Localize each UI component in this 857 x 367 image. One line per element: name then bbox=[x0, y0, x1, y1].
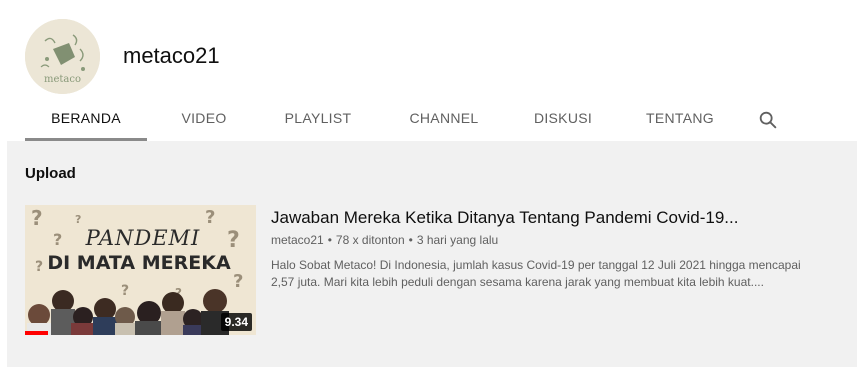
section-title[interactable]: Upload bbox=[25, 165, 76, 182]
svg-text:?: ? bbox=[233, 271, 243, 292]
avatar-text: metaco bbox=[44, 74, 81, 85]
channel-page: metaco metaco21 BERANDA VIDEO PLAYLIST C… bbox=[7, 7, 857, 367]
tab-label: DISKUSI bbox=[533, 110, 593, 126]
svg-text:?: ? bbox=[35, 259, 43, 275]
tab-tentang[interactable]: TENTANG bbox=[625, 101, 735, 141]
video-description: Halo Sobat Metaco! Di Indonesia, jumlah … bbox=[271, 258, 801, 289]
video-duration: 9.34 bbox=[220, 313, 252, 331]
video-age: 3 hari yang lalu bbox=[416, 233, 499, 247]
video-views: 78 x ditonton bbox=[335, 233, 405, 247]
tab-label: VIDEO bbox=[181, 110, 227, 126]
tab-video[interactable]: VIDEO bbox=[159, 101, 249, 141]
svg-text:?: ? bbox=[75, 213, 81, 226]
tab-channel[interactable]: CHANNEL bbox=[389, 101, 499, 141]
byline-separator: • bbox=[327, 233, 332, 247]
tab-diskusi[interactable]: DISKUSI bbox=[513, 101, 613, 141]
search-icon[interactable] bbox=[757, 109, 779, 131]
tab-playlist[interactable]: PLAYLIST bbox=[263, 101, 373, 141]
channel-name[interactable]: metaco21 bbox=[123, 43, 220, 69]
svg-text:?: ? bbox=[205, 207, 215, 228]
byline-separator: • bbox=[408, 233, 413, 247]
tab-label: BERANDA bbox=[51, 110, 121, 126]
video-channel-link[interactable]: metaco21 bbox=[271, 233, 324, 247]
tab-beranda[interactable]: BERANDA bbox=[25, 101, 147, 141]
channel-content: Upload ? ? ? ? ? ? ? ? ? PANDEMI DI MATA… bbox=[7, 141, 857, 367]
video-item[interactable]: ? ? ? ? ? ? ? ? ? PANDEMI DI MATA MEREKA bbox=[25, 205, 825, 335]
svg-text:?: ? bbox=[227, 228, 240, 253]
video-title[interactable]: Jawaban Mereka Ketika Ditanya Tentang Pa… bbox=[271, 207, 831, 229]
svg-text:?: ? bbox=[121, 283, 129, 299]
channel-avatar[interactable]: metaco bbox=[25, 19, 100, 94]
video-thumbnail[interactable]: ? ? ? ? ? ? ? ? ? PANDEMI DI MATA MEREKA bbox=[25, 205, 256, 335]
video-meta: Jawaban Mereka Ketika Ditanya Tentang Pa… bbox=[271, 207, 831, 291]
thumbnail-line2: DI MATA MEREKA bbox=[47, 252, 231, 274]
video-byline: metaco21 • 78 x ditonton • 3 hari yang lalu bbox=[271, 232, 831, 248]
thumbnail-line1: PANDEMI bbox=[85, 226, 201, 250]
channel-tabs: BERANDA VIDEO PLAYLIST CHANNEL DISKUSI T… bbox=[25, 101, 845, 141]
avatar-logo-icon: metaco bbox=[25, 19, 100, 94]
svg-text:?: ? bbox=[53, 230, 62, 249]
watch-progress-bar bbox=[25, 331, 49, 335]
channel-header: metaco metaco21 BERANDA VIDEO PLAYLIST C… bbox=[7, 7, 857, 141]
tab-label: PLAYLIST bbox=[284, 110, 352, 126]
svg-text:?: ? bbox=[31, 206, 43, 230]
tab-label: TENTANG bbox=[646, 110, 714, 126]
tab-label: CHANNEL bbox=[409, 110, 479, 126]
